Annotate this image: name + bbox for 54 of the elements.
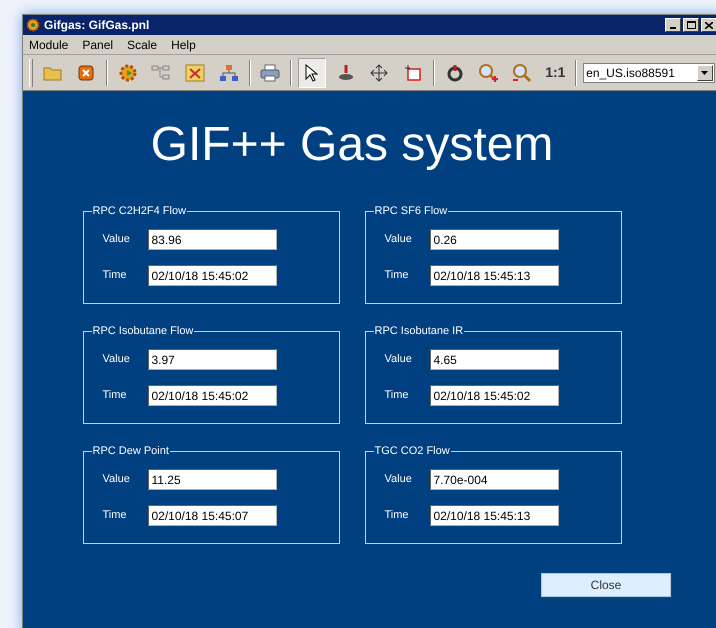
field-label: Time bbox=[102, 268, 128, 284]
close-button[interactable]: Close bbox=[541, 573, 671, 597]
value-field[interactable]: 11.25 bbox=[148, 469, 276, 490]
field-label: Time bbox=[384, 508, 410, 524]
window-title: Gifgas: GifGas.pnl bbox=[44, 17, 150, 34]
stop-icon bbox=[78, 64, 94, 80]
dropdown-value: en_US.iso88591 bbox=[585, 64, 676, 82]
value-field[interactable]: 7.70e-004 bbox=[430, 469, 558, 490]
folder-icon bbox=[42, 64, 63, 80]
maximize-button[interactable] bbox=[683, 18, 699, 32]
field-label: Value bbox=[384, 352, 413, 368]
field-label: Value bbox=[384, 472, 413, 488]
minimize-icon bbox=[670, 27, 676, 29]
field-label: Time bbox=[102, 388, 128, 404]
menu-item[interactable]: Scale bbox=[127, 36, 158, 54]
time-field[interactable]: 02/10/18 15:45:13 bbox=[430, 265, 558, 286]
time-field[interactable]: 02/10/18 15:45:02 bbox=[148, 265, 276, 286]
time-field[interactable]: 02/10/18 15:45:02 bbox=[148, 385, 276, 406]
gear-icon bbox=[26, 18, 40, 32]
field-label: Time bbox=[384, 388, 410, 404]
menu-item[interactable]: Module bbox=[29, 36, 68, 54]
value-field[interactable]: 3.97 bbox=[148, 349, 276, 370]
time-field[interactable]: 02/10/18 15:45:13 bbox=[430, 505, 558, 526]
field-label: Value bbox=[102, 472, 131, 488]
close-icon bbox=[705, 22, 713, 28]
panel-heading: GIF++ Gas system bbox=[150, 121, 554, 169]
gear-icon bbox=[118, 62, 138, 82]
pointer-icon bbox=[304, 64, 320, 82]
actual-size-button[interactable]: 1:1 bbox=[542, 58, 570, 88]
value-field[interactable]: 83.96 bbox=[148, 229, 276, 250]
zoom-out-icon bbox=[512, 62, 532, 82]
network-icon bbox=[218, 64, 239, 82]
field-label: Value bbox=[102, 352, 131, 368]
menu-item[interactable]: Panel bbox=[82, 36, 114, 54]
stamp-icon bbox=[336, 64, 355, 82]
rectangle-icon bbox=[404, 64, 422, 82]
move-icon bbox=[370, 64, 388, 82]
field-label: Time bbox=[384, 268, 410, 284]
pointer-button[interactable] bbox=[298, 58, 326, 88]
locale-dropdown[interactable]: en_US.iso88591 bbox=[583, 62, 715, 82]
value-field[interactable]: 0.26 bbox=[430, 229, 558, 250]
zoom-in-icon bbox=[478, 62, 498, 82]
tree-icon bbox=[151, 64, 172, 82]
field-label: Value bbox=[384, 232, 413, 248]
close-window-button[interactable] bbox=[701, 18, 716, 32]
field-label: Value bbox=[102, 232, 131, 248]
time-field[interactable]: 02/10/18 15:45:02 bbox=[430, 385, 558, 406]
printer-icon bbox=[260, 64, 280, 82]
minimize-button[interactable] bbox=[665, 18, 681, 32]
maximize-icon bbox=[686, 21, 696, 29]
field-label: Time bbox=[102, 508, 128, 524]
menu-item[interactable]: Help bbox=[171, 36, 196, 54]
time-field[interactable]: 02/10/18 15:45:07 bbox=[148, 505, 276, 526]
value-field[interactable]: 4.65 bbox=[430, 349, 558, 370]
